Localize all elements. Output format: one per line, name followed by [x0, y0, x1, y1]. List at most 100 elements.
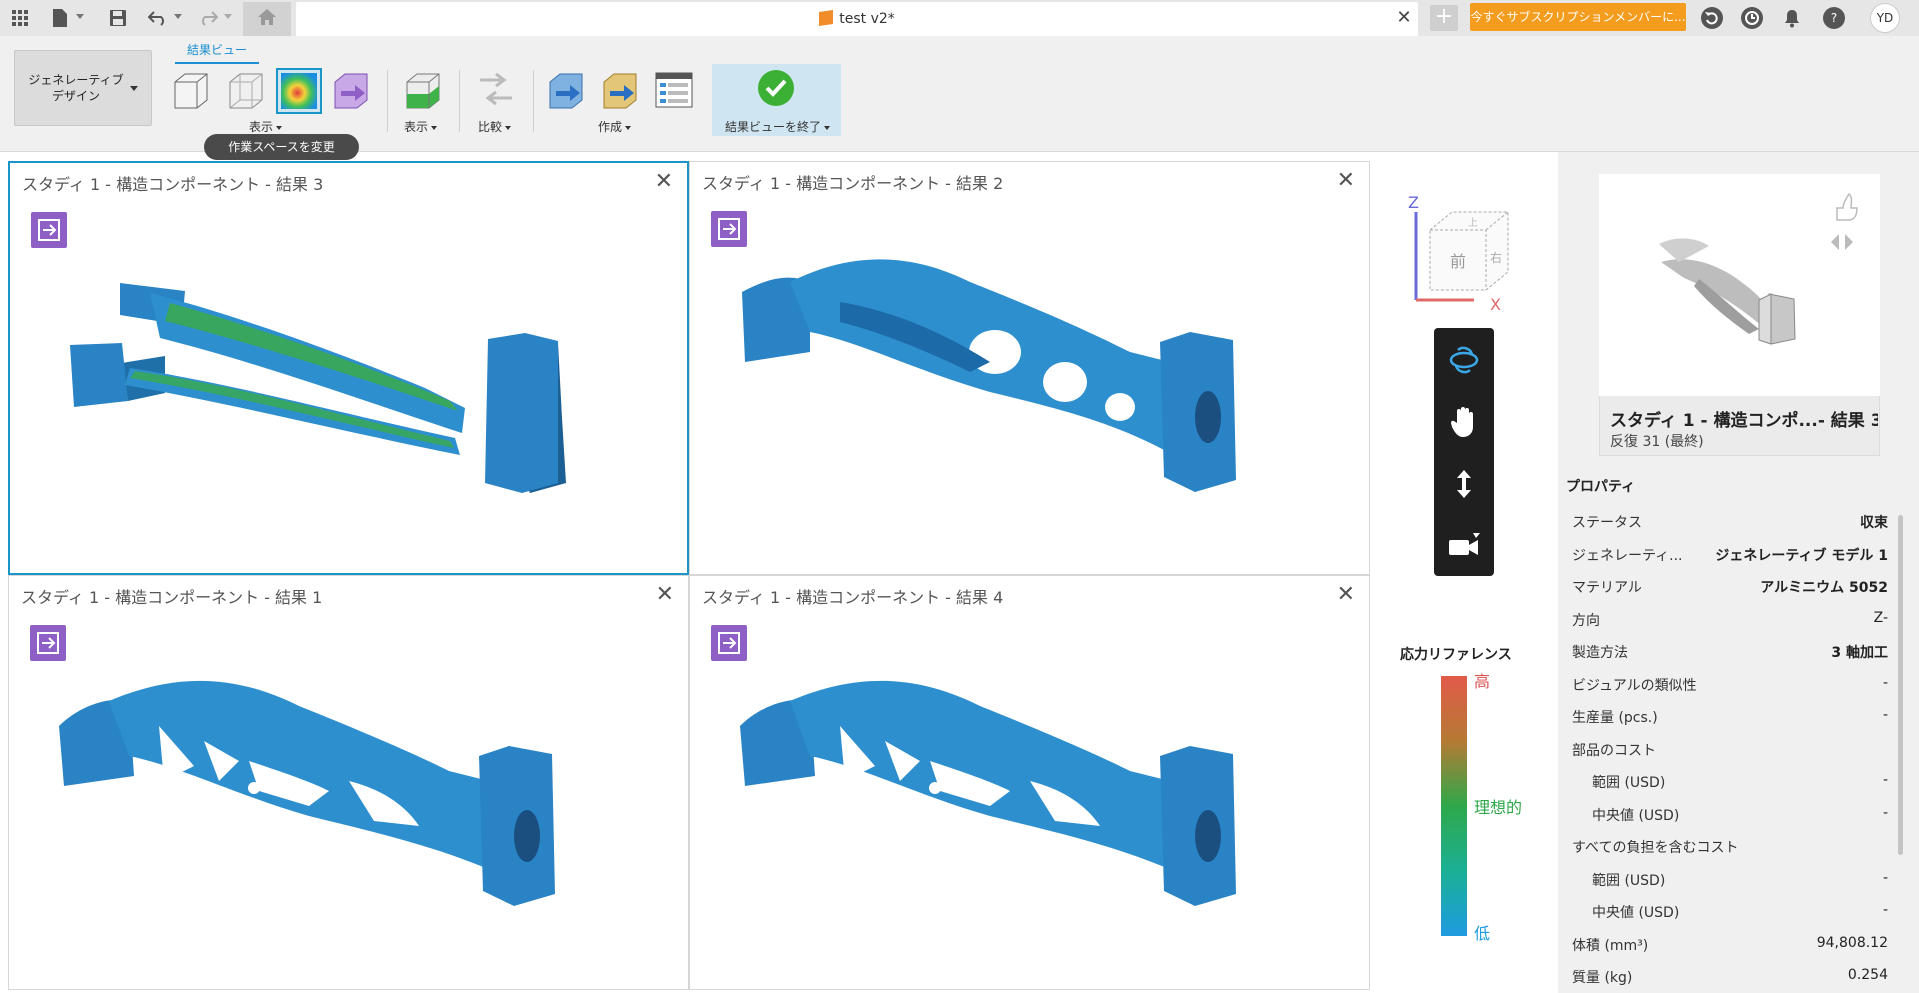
bell-icon[interactable] [1780, 6, 1804, 30]
prop-row-part-cost-range: 範囲 (USD) - [1592, 772, 1888, 791]
close-viewport-button[interactable]: ✕ [1337, 170, 1355, 192]
viewport-result-4[interactable]: スタディ 1 - 構造コンポーネント - 結果 4 ✕ [689, 575, 1370, 990]
prop-row-generative-model: ジェネレーティ... ジェネレーティブ モデル 1 [1572, 548, 1888, 564]
prop-row-full-cost: すべての負担を含むコスト [1572, 840, 1739, 856]
ribbon-divider [459, 70, 460, 132]
thumbs-up-icon [1836, 192, 1858, 221]
compare-group-label[interactable]: 比較 [478, 118, 512, 135]
stress-legend-title: 応力リファレンス [1400, 647, 1512, 663]
save-icon[interactable] [106, 6, 130, 30]
title-bar: test v2* ✕ + 今すぐサブスクリプションメンバーに... ? YD [0, 0, 1919, 36]
refresh-icon[interactable] [1701, 7, 1723, 29]
file-icon[interactable] [48, 6, 72, 30]
stress-high-label: 高 [1474, 672, 1491, 691]
finish-caret-icon [824, 125, 831, 130]
checkmark-icon[interactable] [758, 70, 794, 106]
viewcube-z-label: Z [1408, 193, 1419, 212]
prop-row-full-cost-median: 中央値 (USD) - [1592, 902, 1888, 921]
file-menu-caret-icon[interactable] [76, 14, 84, 19]
undo-icon[interactable] [146, 6, 170, 30]
prop-row-visual-similarity: ビジュアルの類似性 - [1572, 675, 1888, 694]
redo-caret-icon[interactable] [224, 14, 232, 19]
undo-caret-icon[interactable] [174, 14, 182, 19]
prop-row-production-volume: 生産量 (pcs.) - [1572, 707, 1888, 726]
stress-low-label: 低 [1474, 924, 1491, 943]
prop-row-volume: 体積 (mm³) 94,808.12 [1572, 935, 1888, 954]
export-arrow-icon[interactable] [711, 211, 747, 247]
subscribe-button[interactable]: 今すぐサブスクリプションメンバーに... [1470, 3, 1686, 31]
close-viewport-button[interactable]: ✕ [656, 584, 674, 606]
viewport-title: スタディ 1 - 構造コンポーネント - 結果 1 [21, 588, 323, 607]
document-tab[interactable]: test v2* ✕ [296, 2, 1418, 36]
display-group-label[interactable]: 表示 [249, 118, 283, 135]
viewport-result-1[interactable]: スタディ 1 - 構造コンポーネント - 結果 1 ✕ [8, 575, 689, 990]
home-tab[interactable] [243, 2, 291, 36]
help-icon[interactable]: ? [1823, 7, 1845, 29]
export-arrow-icon[interactable] [711, 625, 747, 661]
viewport-title: スタディ 1 - 構造コンポーネント - 結果 2 [702, 174, 1004, 193]
viewcube[interactable]: Z X 前 右 上 [1404, 190, 1516, 315]
solid-view-icon[interactable] [171, 70, 211, 110]
properties-heading: プロパティ [1566, 479, 1636, 495]
viewcube-front-label[interactable]: 前 [1450, 252, 1466, 271]
create-design-icon[interactable] [546, 70, 586, 110]
orbit-icon[interactable] [1434, 330, 1494, 390]
viewcube-right-label[interactable]: 右 [1490, 250, 1502, 265]
properties-scrollbar[interactable] [1898, 515, 1903, 855]
compare-caret-icon [505, 125, 512, 130]
viewport-result-2[interactable]: スタディ 1 - 構造コンポーネント - 結果 2 ✕ [689, 161, 1370, 575]
prop-row-manufacturing: 製造方法 3 軸加工 [1572, 645, 1888, 661]
close-viewport-button[interactable]: ✕ [1337, 584, 1355, 606]
create-group-label[interactable]: 作成 [598, 118, 632, 135]
ribbon-divider [533, 70, 534, 132]
display2-group-label[interactable]: 表示 [404, 118, 438, 135]
workspace-switcher-button[interactable]: ジェネレーティブ デザイン [14, 50, 152, 126]
stress-ideal-label: 理想的 [1474, 798, 1523, 817]
redo-icon[interactable] [196, 6, 220, 30]
viewport-result-3[interactable]: スタディ 1 - 構造コンポーネント - 結果 3 ✕ [8, 161, 689, 575]
prop-row-mass: 質量 (kg) 0.254 [1572, 967, 1888, 986]
viewcube-x-label: X [1490, 295, 1501, 314]
navigation-bar [1434, 328, 1494, 576]
tab-results-view[interactable]: 結果ビュー [175, 40, 259, 64]
export-arrow-icon[interactable] [31, 212, 67, 248]
viewcube-top-label[interactable]: 上 [1468, 217, 1478, 229]
new-tab-button[interactable]: + [1430, 5, 1458, 31]
create-table-icon[interactable] [654, 70, 694, 110]
result-3-model [70, 283, 566, 493]
prop-row-full-cost-range: 範囲 (USD) - [1592, 870, 1888, 889]
display2-caret-icon [431, 125, 438, 130]
export-arrow-icon[interactable] [30, 625, 66, 661]
zoom-icon[interactable] [1434, 454, 1494, 514]
grid-icon[interactable] [8, 6, 32, 30]
workspace-caret-icon [129, 85, 138, 91]
home-icon [257, 8, 277, 30]
result-card-subtitle: 反復 31 (最終) [1610, 434, 1704, 450]
prop-row-orientation: 方向 Z- [1572, 610, 1888, 629]
prop-row-status: ステータス 収束 [1572, 515, 1888, 531]
section-view-icon[interactable] [403, 70, 443, 110]
document-cube-icon [819, 10, 834, 26]
compare-icon[interactable] [476, 70, 516, 110]
result-1-model [59, 680, 555, 906]
finish-group-label[interactable]: 結果ビューを終了 [725, 118, 831, 135]
create-mesh-icon[interactable] [600, 70, 640, 110]
viewport-title: スタディ 1 - 構造コンポーネント - 結果 4 [702, 588, 1004, 607]
prop-row-material: マテリアル アルミニウム 5052 [1572, 580, 1888, 596]
close-tab-button[interactable]: ✕ [1394, 8, 1414, 28]
tooltip: 作業スペースを変更 [204, 134, 359, 160]
export-view-icon[interactable] [331, 70, 371, 110]
prop-row-part-cost-median: 中央値 (USD) - [1592, 805, 1888, 824]
close-viewport-button[interactable]: ✕ [655, 171, 673, 193]
avatar[interactable]: YD [1870, 3, 1900, 33]
camera-icon[interactable] [1434, 516, 1494, 576]
mirror-icon [1831, 234, 1853, 250]
viewport-title: スタディ 1 - 構造コンポーネント - 結果 3 [22, 175, 324, 194]
stress-view-icon[interactable] [276, 68, 322, 114]
pan-hand-icon[interactable] [1434, 392, 1494, 452]
result-card-title: スタディ 1 - 構造コンポ...- 結果 3 [1610, 411, 1878, 431]
stress-gradient-bar [1441, 676, 1467, 936]
wireframe-view-icon[interactable] [226, 70, 266, 110]
clock-icon[interactable] [1741, 7, 1763, 29]
ribbon-divider [387, 70, 388, 132]
